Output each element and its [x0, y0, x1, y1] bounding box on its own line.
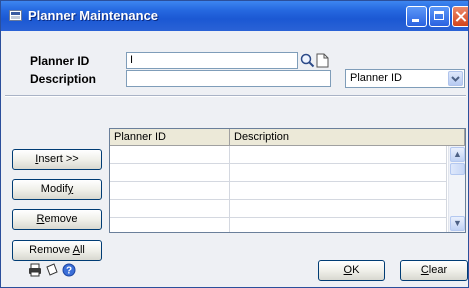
grid-row[interactable]	[110, 218, 447, 232]
grid-row[interactable]	[110, 200, 447, 218]
description-label: Description	[30, 72, 97, 86]
grid-cell-planner-id[interactable]	[110, 218, 230, 232]
planner-id-label: Planner ID	[30, 54, 90, 68]
ok-button[interactable]: OK	[318, 260, 385, 281]
printer-icon[interactable]	[28, 263, 42, 277]
minimize-icon[interactable]	[406, 6, 427, 27]
close-icon[interactable]	[452, 6, 468, 27]
scroll-thumb[interactable]	[450, 163, 465, 175]
new-document-icon[interactable]	[315, 53, 330, 68]
window-title: Planner Maintenance	[28, 8, 159, 23]
grid-cell-planner-id[interactable]	[110, 164, 230, 182]
grid-cell-description[interactable]	[230, 182, 447, 200]
grid-cell-planner-id[interactable]	[110, 182, 230, 200]
grid-header-planner-id[interactable]: Planner ID	[110, 129, 230, 146]
title-bar[interactable]: Planner Maintenance	[1, 1, 468, 31]
chevron-down-icon[interactable]	[448, 71, 463, 86]
grid-row[interactable]	[110, 182, 447, 200]
grid-vertical-scrollbar[interactable]: ▲ ▼	[448, 146, 465, 232]
planner-id-input[interactable]: I	[126, 52, 298, 69]
sort-by-select[interactable]: Planner ID	[345, 69, 465, 88]
remove-all-button[interactable]: Remove All	[12, 240, 102, 261]
remove-button[interactable]: Remove	[12, 209, 102, 230]
planner-maintenance-window: Planner Maintenance Planner ID I Descrip…	[0, 0, 469, 288]
svg-text:?: ?	[66, 266, 72, 277]
note-icon[interactable]	[45, 263, 59, 277]
window-app-icon	[9, 10, 22, 21]
sort-by-value: Planner ID	[350, 72, 402, 84]
grid-row[interactable]	[110, 146, 447, 164]
planner-grid: Planner ID Description ▲ ▼	[109, 128, 466, 233]
grid-row[interactable]	[110, 164, 447, 182]
clear-button[interactable]: Clear	[400, 260, 468, 281]
grid-cell-description[interactable]	[230, 200, 447, 218]
grid-header-description[interactable]: Description	[230, 129, 465, 146]
grid-cell-planner-id[interactable]	[110, 200, 230, 218]
grid-cell-description[interactable]	[230, 146, 447, 164]
maximize-icon[interactable]	[429, 6, 450, 27]
scroll-down-icon[interactable]: ▼	[450, 216, 465, 231]
description-input[interactable]	[126, 70, 331, 87]
grid-cell-description[interactable]	[230, 218, 447, 232]
grid-cell-planner-id[interactable]	[110, 146, 230, 164]
insert-button[interactable]: Insert >>	[12, 149, 102, 170]
separator-top	[5, 95, 466, 97]
scroll-up-icon[interactable]: ▲	[450, 147, 465, 162]
lookup-icon[interactable]	[300, 53, 315, 68]
modify-button[interactable]: Modify	[12, 179, 102, 200]
grid-cell-description[interactable]	[230, 164, 447, 182]
help-icon[interactable]: ?	[62, 263, 76, 277]
